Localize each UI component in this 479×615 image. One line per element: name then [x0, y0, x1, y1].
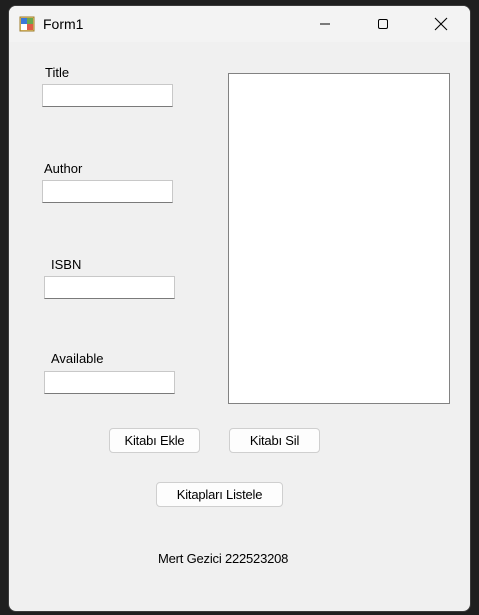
books-listbox[interactable] [228, 73, 450, 404]
delete-book-button[interactable]: Kitabı Sil [229, 428, 320, 453]
maximize-button[interactable] [354, 6, 412, 42]
title-label: Title [45, 65, 70, 80]
winforms-app-icon [19, 16, 35, 32]
author-credit-label: Mert Gezici 222523208 [158, 551, 289, 566]
close-button[interactable] [412, 6, 470, 42]
close-icon [434, 17, 448, 31]
window-title: Form1 [43, 16, 84, 32]
add-book-button[interactable]: Kitabı Ekle [109, 428, 200, 453]
minimize-icon [320, 23, 330, 25]
available-input[interactable] [44, 371, 175, 394]
available-label: Available [51, 351, 104, 366]
list-books-button[interactable]: Kitapları Listele [156, 482, 283, 507]
isbn-label: ISBN [51, 257, 82, 272]
minimize-button[interactable] [296, 6, 354, 42]
author-input[interactable] [42, 180, 173, 203]
title-bar[interactable]: Form1 [9, 6, 470, 42]
maximize-icon [378, 19, 388, 29]
author-label: Author [44, 161, 83, 176]
title-input[interactable] [42, 84, 173, 107]
isbn-input[interactable] [44, 276, 175, 299]
app-window: Form1 Title Author ISBN Available Kitabı… [8, 5, 471, 612]
